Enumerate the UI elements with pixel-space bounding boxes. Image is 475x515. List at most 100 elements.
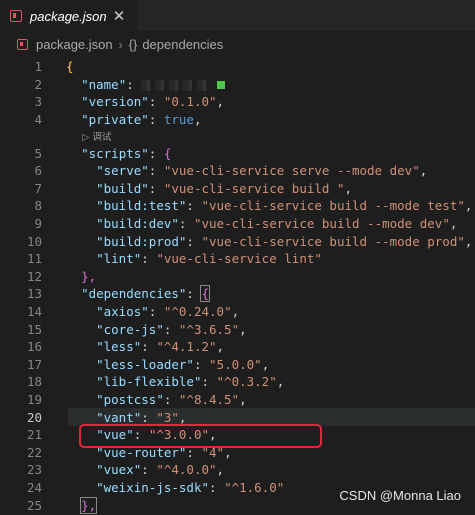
breadcrumb-node[interactable]: dependencies: [142, 37, 223, 52]
comma: ,: [224, 444, 232, 460]
json-value: "0.1.0": [163, 94, 217, 110]
comma: ,: [216, 94, 225, 110]
debug-codelens[interactable]: ▷ 调试: [0, 129, 111, 143]
colon: :: [141, 409, 157, 425]
comma: ,: [216, 339, 225, 355]
watermark: CSDN @Monna Liao: [339, 488, 461, 503]
code-line: 9 "build:dev": "vue-cli-service build --…: [0, 215, 475, 233]
line-number: 25: [26, 497, 42, 513]
comma: ,: [344, 180, 353, 196]
line-number: 6: [34, 163, 42, 179]
line-number: 18: [26, 374, 42, 390]
close-icon[interactable]: ✕: [111, 8, 127, 24]
json-value: "^3.6.5": [178, 321, 240, 337]
comma: ,: [261, 356, 270, 372]
json-key: "dependencies": [81, 286, 187, 302]
comma: ,: [209, 427, 217, 443]
json-value: "vue-cli-service serve --mode dev": [163, 163, 420, 179]
colon: :: [186, 233, 202, 249]
json-value: "^8.4.5": [178, 391, 240, 407]
colon: :: [193, 356, 210, 372]
code-line: 17 "less-loader": "5.0.0",: [0, 356, 475, 374]
code-line: 12 },: [0, 268, 475, 286]
code-line: 8 "build:test": "vue-cli-service build -…: [0, 197, 475, 215]
line-number: 16: [26, 339, 42, 355]
line-number: 3: [34, 94, 42, 110]
json-value: "vue-cli-service build --mode prod": [201, 233, 465, 249]
breadcrumb: package.json › {} dependencies: [0, 31, 475, 58]
json-key: "vue-router": [96, 444, 187, 460]
tab-bar: package.json ✕: [0, 0, 475, 31]
codelens-row: ▷ 调试: [0, 128, 475, 144]
comma: ,: [216, 462, 225, 478]
line-number: 11: [26, 251, 42, 267]
colon: :: [186, 444, 202, 460]
json-key: "vant": [96, 409, 142, 425]
code-line: 1 {: [0, 58, 475, 76]
colon: :: [163, 321, 179, 337]
breadcrumb-file[interactable]: package.json: [36, 37, 113, 52]
json-value: "^3.0.0": [148, 427, 210, 443]
chevron-right-icon: ›: [118, 37, 123, 52]
line-number: 21: [26, 427, 42, 443]
colon: :: [163, 391, 179, 407]
code-line: 18 "lib-flexible": "^0.3.2",: [0, 373, 475, 391]
line-number: 13: [26, 286, 42, 302]
json-key: "vuex": [96, 462, 142, 478]
json-key: "build": [96, 180, 149, 196]
line-number: 1: [34, 59, 42, 75]
line-number: 4: [34, 112, 42, 128]
json-key: "vue": [96, 427, 134, 443]
json-key: "build:test": [96, 198, 187, 214]
line-number: 8: [34, 198, 42, 214]
colon: :: [126, 76, 142, 92]
line-number: 17: [26, 356, 42, 372]
code-line: 14 "axios": "^0.24.0",: [0, 303, 475, 321]
json-value: "^0.24.0": [163, 304, 232, 320]
line-number: 7: [34, 180, 42, 196]
json-value: "5.0.0": [209, 356, 262, 372]
line-number: 12: [26, 268, 42, 284]
line-number: 9: [34, 216, 42, 232]
code-line: 2 "name":: [0, 76, 475, 94]
brace: {: [66, 59, 74, 75]
redacted-mark: [217, 81, 226, 90]
colon: :: [178, 216, 194, 232]
json-key: "weixin-js-sdk": [96, 479, 209, 495]
code-line: 15 "core-js": "^3.6.5",: [0, 320, 475, 338]
line-number: 5: [34, 145, 42, 161]
json-key: "less-loader": [96, 356, 194, 372]
line-number: 19: [26, 391, 42, 407]
tab-package-json[interactable]: package.json ✕: [0, 0, 137, 31]
json-key: "name": [81, 76, 127, 92]
comma: ,: [239, 321, 247, 337]
code-line: 19 "postcss": "^8.4.5",: [0, 391, 475, 409]
colon: :: [148, 163, 164, 179]
colon: :: [201, 374, 217, 390]
json-value: "vue-cli-service build ": [163, 180, 345, 196]
json-key: "postcss": [96, 391, 164, 407]
json-key: "less": [96, 339, 142, 355]
brace: {: [200, 285, 210, 303]
code-line: 6 "serve": "vue-cli-service serve --mode…: [0, 162, 475, 180]
colon: :: [148, 94, 164, 110]
comma: ,: [239, 391, 247, 407]
comma: ,: [464, 233, 473, 249]
colon: :: [209, 479, 225, 495]
colon: :: [148, 180, 164, 196]
code-line: 21 "vue": "^3.0.0",: [0, 426, 475, 444]
code-line: 4 "private": true,: [0, 111, 475, 129]
comma: ,: [464, 198, 473, 214]
json-value: "vue-cli-service build --mode test": [201, 198, 465, 214]
code-line: 3 "version": "0.1.0",: [0, 93, 475, 111]
json-value: "3": [156, 409, 179, 425]
comma: ,: [231, 304, 240, 320]
code-line: 23 "vuex": "^4.0.0",: [0, 461, 475, 479]
line-number: 22: [26, 444, 42, 460]
code-line: 10 "build:prod": "vue-cli-service build …: [0, 232, 475, 250]
code-line: 22 "vue-router": "4",: [0, 443, 475, 461]
colon: :: [141, 462, 157, 478]
code-editor[interactable]: 1 { 2 "name": 3 "version": "0.1.0", 4 "p…: [0, 58, 475, 515]
colon: :: [141, 251, 157, 267]
tab-label: package.json: [30, 8, 107, 24]
